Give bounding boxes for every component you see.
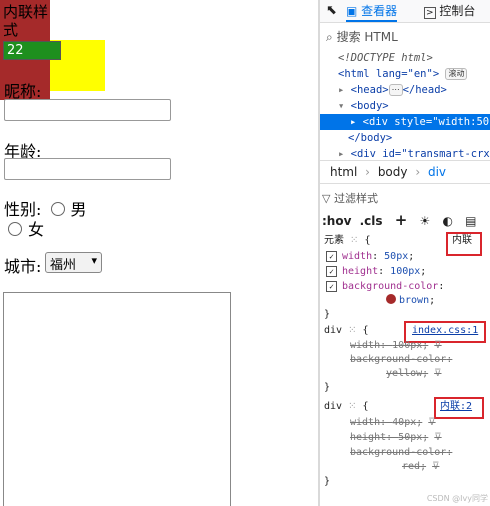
rule-prop-row[interactable]: background-color: xyxy=(350,353,452,367)
expand-arrow-icon[interactable]: ▸ xyxy=(338,148,344,160)
rule-source-link[interactable]: index.css:1 xyxy=(412,324,478,338)
rule-prop-row[interactable]: ✓ background-color: xyxy=(326,280,444,294)
filter-icon[interactable]: ⊽ xyxy=(434,340,441,351)
text-area[interactable] xyxy=(3,292,231,506)
rendered-page: 内联样式 22 昵称: 年龄: 性别: 男 女 城市: 福州 ▾ xyxy=(0,0,318,506)
rule-close: } xyxy=(324,309,331,320)
filter-placeholder: 过滤样式 xyxy=(333,192,378,205)
breadcrumb: html › body › div xyxy=(320,160,490,184)
gender-radio-female[interactable] xyxy=(8,222,22,236)
color-swatch-icon[interactable] xyxy=(386,294,396,304)
inspector-icon: ▣ xyxy=(346,4,358,18)
tab-console[interactable]: > 控制台 xyxy=(424,2,475,20)
light-theme-icon[interactable]: ☀ xyxy=(420,214,431,228)
filter-icon[interactable]: ⊽ xyxy=(428,417,435,428)
breadcrumb-separator-icon: › xyxy=(365,165,370,179)
tree-doctype[interactable]: <!DOCTYPE html> xyxy=(338,50,433,66)
grid-icon: ⁙ xyxy=(348,401,357,412)
collapsed-ellipsis-icon[interactable]: ⋯ xyxy=(388,84,403,96)
breadcrumb-body[interactable]: body xyxy=(378,165,408,179)
chevron-down-icon: ▾ xyxy=(91,254,97,267)
collapse-arrow-icon[interactable]: ▾ xyxy=(338,100,344,112)
rule-close: } xyxy=(324,476,331,487)
rule-source-link[interactable]: 内联:2 xyxy=(440,400,472,414)
gender-row-2: 女 xyxy=(4,216,44,240)
watermark: CSDN @Ivy同学 xyxy=(426,494,488,503)
expand-arrow-icon[interactable]: ▸ xyxy=(338,84,344,96)
rule-prop-row[interactable]: width: 40px; ⊽ xyxy=(350,416,436,430)
html-search-placeholder: 搜索 HTML xyxy=(336,30,398,44)
value-input[interactable]: 22 xyxy=(3,41,61,60)
devtools-panel: ⬉ ▣ 查看器 > 控制台 ⌕ 搜索 HTML <!DOCTYPE html> … xyxy=(320,0,490,506)
filter-icon[interactable]: ⊽ xyxy=(434,368,441,379)
rule-div-selector: div ⁙ { xyxy=(324,401,369,412)
rule-prop-row[interactable]: ✓ height: 100px; xyxy=(326,265,426,279)
tree-body[interactable]: ▾ <body> xyxy=(338,98,389,114)
city-selected-value: 福州 xyxy=(50,258,77,273)
filter-icon[interactable]: ⊽ xyxy=(432,461,439,472)
grid-icon: ⁙ xyxy=(350,235,359,246)
dark-theme-icon[interactable]: ◐ xyxy=(442,214,452,228)
rule-prop-row[interactable]: height: 50px; ⊽ xyxy=(350,431,442,445)
city-select[interactable]: 福州 ▾ xyxy=(45,252,102,273)
grid-icon: ⁙ xyxy=(348,325,357,336)
console-icon: > xyxy=(424,7,436,19)
inline-style-text: 内联样式 xyxy=(3,3,49,39)
prop-checkbox[interactable]: ✓ xyxy=(326,281,337,292)
print-icon[interactable]: ▤ xyxy=(465,214,476,228)
tree-body-close[interactable]: </body> xyxy=(348,130,392,146)
rule-prop-row[interactable]: width: 100px; ⊽ xyxy=(350,339,442,353)
add-rule-icon[interactable]: + xyxy=(395,211,408,229)
breadcrumb-html[interactable]: html xyxy=(330,165,357,179)
prop-checkbox[interactable]: ✓ xyxy=(326,266,337,277)
cls-button[interactable]: .cls xyxy=(360,214,383,228)
tree-html[interactable]: <html lang="en"> 滚动 xyxy=(338,66,468,82)
style-filter[interactable]: ▽ 过滤样式 xyxy=(322,190,378,206)
breadcrumb-div[interactable]: div xyxy=(428,165,446,179)
rule-div-selector: div ⁙ { xyxy=(324,325,369,336)
nickname-input[interactable] xyxy=(4,99,171,121)
gender-female-label: 女 xyxy=(28,220,45,239)
age-input[interactable] xyxy=(4,158,171,180)
filter-icon: ▽ xyxy=(322,192,331,205)
expand-arrow-icon[interactable]: ▸ xyxy=(350,116,356,128)
tab-inspector[interactable]: ▣ 查看器 xyxy=(346,2,398,22)
rule-prop-row[interactable]: background-color: xyxy=(350,446,452,460)
scroll-badge[interactable]: 滚动 xyxy=(445,68,468,80)
html-search-bar[interactable]: ⌕ 搜索 HTML xyxy=(320,27,490,47)
filter-icon[interactable]: ⊽ xyxy=(434,432,441,443)
pick-element-icon[interactable]: ⬉ xyxy=(326,2,337,20)
hov-button[interactable]: :hov xyxy=(322,214,351,228)
tree-selected-div[interactable]: ▸ <div style="width:50p xyxy=(320,114,490,130)
rule-close: } xyxy=(324,382,331,393)
gender-male-label: 男 xyxy=(70,200,87,219)
gender-radio-male[interactable] xyxy=(50,202,65,216)
search-icon: ⌕ xyxy=(326,30,333,44)
rule-element-selector: 元素 ⁙ { xyxy=(324,235,371,246)
tree-head[interactable]: ▸ <head> ⋯ </head> xyxy=(338,82,447,98)
rule-prop-value-row[interactable]: yellow; ⊽ xyxy=(386,367,441,381)
rules-toolbar: :hov .cls + ☀ ◐ ▤ xyxy=(322,211,476,231)
city-label: 城市: xyxy=(4,257,42,276)
rule-prop-value-row: brown; xyxy=(386,294,435,308)
prop-checkbox[interactable]: ✓ xyxy=(326,251,337,262)
devtools-toolbar: ⬉ ▣ 查看器 > 控制台 xyxy=(320,0,490,23)
breadcrumb-separator-icon: › xyxy=(415,165,421,179)
rule-prop-row[interactable]: ✓ width: 50px; xyxy=(326,250,414,264)
rule-prop-value-row[interactable]: red; ⊽ xyxy=(402,460,439,474)
rule-source-inline[interactable]: 内联 xyxy=(452,234,472,248)
